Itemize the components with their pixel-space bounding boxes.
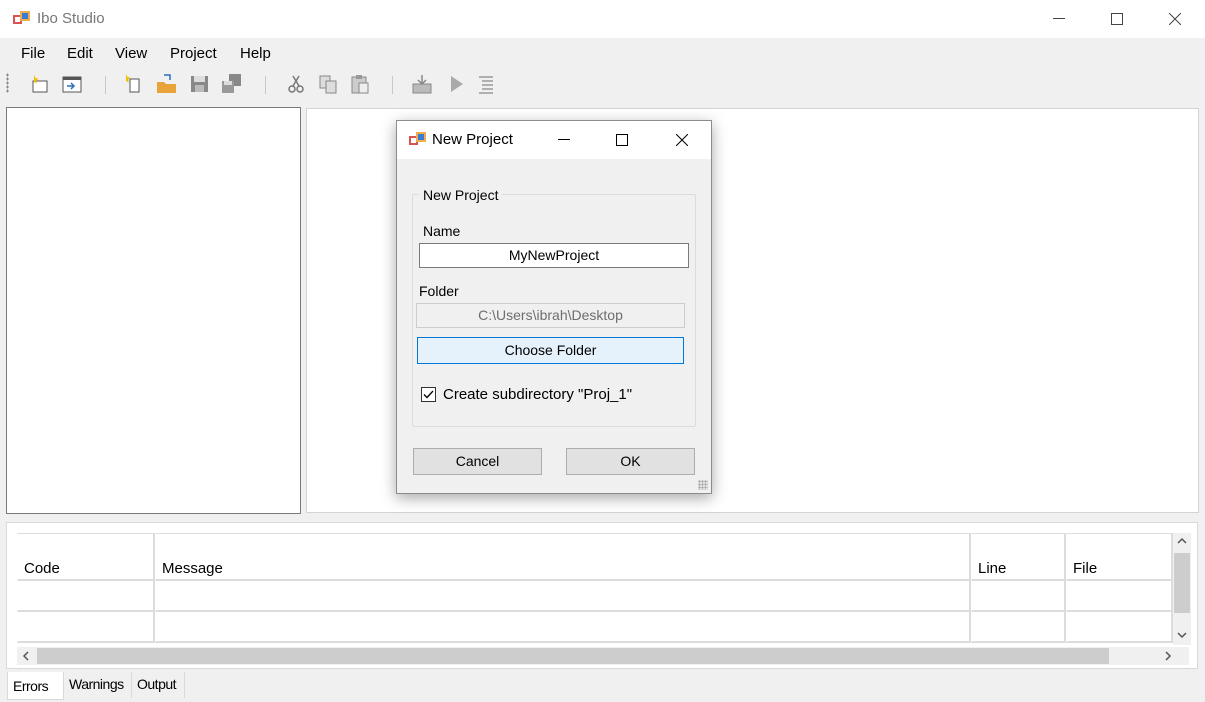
checkmark-icon xyxy=(423,390,434,399)
save-all-icon[interactable] xyxy=(220,72,244,96)
toolbar-separator xyxy=(105,76,106,94)
table-row[interactable] xyxy=(17,581,1173,612)
cut-icon[interactable] xyxy=(284,72,308,96)
new-project-dialog: New Project New Project Name MyNewProjec… xyxy=(396,120,712,494)
grid-cell[interactable] xyxy=(1066,612,1173,643)
build-icon[interactable] xyxy=(410,72,434,96)
horizontal-scrollbar[interactable] xyxy=(17,647,1189,665)
run-icon[interactable] xyxy=(444,72,468,96)
dialog-title: New Project xyxy=(432,131,513,148)
open-folder-icon[interactable] xyxy=(155,72,179,96)
error-grid[interactable]: Code Message Line File xyxy=(17,533,1173,645)
dialog-close-button[interactable] xyxy=(657,121,707,159)
vertical-scroll-thumb[interactable] xyxy=(1174,553,1190,613)
project-name-input[interactable]: MyNewProject xyxy=(419,243,689,268)
grid-cell[interactable] xyxy=(17,612,155,643)
dialog-title-bar: New Project xyxy=(397,121,711,159)
minimize-icon xyxy=(1053,18,1065,19)
vertical-scrollbar[interactable] xyxy=(1173,533,1191,645)
grid-cell[interactable] xyxy=(155,581,971,612)
tab-errors[interactable]: Errors xyxy=(7,672,64,700)
menu-bar: File Edit View Project Help xyxy=(0,38,1205,68)
menu-view[interactable]: View xyxy=(115,45,147,62)
ok-button[interactable]: OK xyxy=(566,448,695,475)
menu-edit[interactable]: Edit xyxy=(67,45,93,62)
column-header-code[interactable]: Code xyxy=(17,533,155,581)
dialog-maximize-button[interactable] xyxy=(597,121,647,159)
grid-header-row: Code Message Line File xyxy=(17,533,1173,581)
menu-file[interactable]: File xyxy=(21,45,45,62)
folder-path-field: C:\Users\ibrah\Desktop xyxy=(416,303,685,328)
group-label: New Project xyxy=(419,187,503,203)
dialog-minimize-button[interactable] xyxy=(539,121,589,159)
window-title: Ibo Studio xyxy=(37,10,105,27)
error-list-panel: Code Message Line File xyxy=(6,522,1198,669)
close-icon xyxy=(1169,13,1181,25)
close-icon xyxy=(676,134,688,146)
scroll-left-icon[interactable] xyxy=(22,651,30,661)
column-header-file[interactable]: File xyxy=(1066,533,1173,581)
scroll-up-icon[interactable] xyxy=(1177,537,1187,545)
open-window-icon[interactable] xyxy=(60,72,84,96)
grid-cell[interactable] xyxy=(971,612,1066,643)
create-subdirectory-checkbox[interactable] xyxy=(421,387,436,402)
toolbar-separator xyxy=(265,76,266,94)
maximize-icon xyxy=(1111,13,1123,25)
title-bar: Ibo Studio xyxy=(0,0,1205,38)
maximize-button[interactable] xyxy=(1088,0,1146,38)
name-label: Name xyxy=(423,223,461,239)
menu-project[interactable]: Project xyxy=(170,45,217,62)
folder-label: Folder xyxy=(419,283,459,299)
copy-icon[interactable] xyxy=(316,72,340,96)
menu-help[interactable]: Help xyxy=(240,45,271,62)
grid-cell[interactable] xyxy=(971,581,1066,612)
minimize-icon xyxy=(558,139,570,140)
scroll-right-icon[interactable] xyxy=(1164,651,1172,661)
tab-warnings[interactable]: Warnings xyxy=(64,672,132,698)
minimize-button[interactable] xyxy=(1030,0,1088,38)
app-icon xyxy=(13,11,30,24)
table-row[interactable] xyxy=(17,612,1173,643)
toolbar-separator xyxy=(392,76,393,94)
toolbar-grip[interactable] xyxy=(6,73,9,93)
column-header-message[interactable]: Message xyxy=(155,533,971,581)
output-list-icon[interactable] xyxy=(474,72,498,96)
grid-cell[interactable] xyxy=(17,581,155,612)
toolbar xyxy=(0,68,1205,104)
grid-cell[interactable] xyxy=(1066,581,1173,612)
dialog-app-icon xyxy=(409,132,426,145)
scroll-down-icon[interactable] xyxy=(1177,631,1187,639)
tab-output[interactable]: Output xyxy=(132,672,185,698)
create-subdirectory-label[interactable]: Create subdirectory "Proj_1" xyxy=(443,386,632,403)
resize-grip[interactable] xyxy=(698,480,708,490)
maximize-icon xyxy=(616,134,628,146)
horizontal-scroll-thumb[interactable] xyxy=(37,648,1109,664)
new-file-icon[interactable] xyxy=(122,72,146,96)
new-project-icon[interactable] xyxy=(28,72,52,96)
save-icon[interactable] xyxy=(188,72,212,96)
paste-icon[interactable] xyxy=(348,72,372,96)
close-button[interactable] xyxy=(1146,0,1204,38)
choose-folder-button[interactable]: Choose Folder xyxy=(417,337,684,364)
grid-cell[interactable] xyxy=(155,612,971,643)
project-explorer-pane[interactable] xyxy=(6,107,301,514)
column-header-line[interactable]: Line xyxy=(971,533,1066,581)
cancel-button[interactable]: Cancel xyxy=(413,448,542,475)
